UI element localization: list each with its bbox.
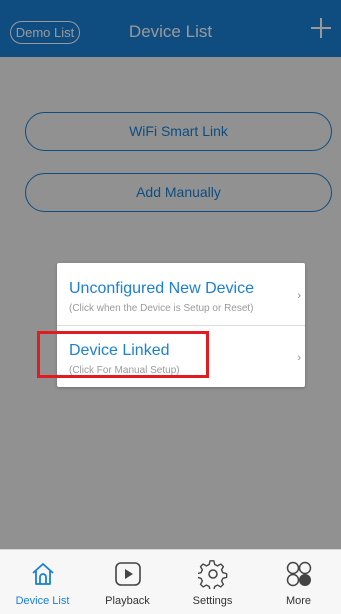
gear-icon [198,560,228,589]
option-subtitle: (Click when the Device is Setup or Reset… [69,303,254,314]
tab-device-list[interactable]: Device List [0,550,85,614]
tab-settings[interactable]: Settings [170,550,255,614]
option-title: Unconfigured New Device [69,280,254,297]
chevron-right-icon: › [297,352,301,364]
tab-label: Playback [105,595,150,607]
chevron-right-icon: › [297,290,301,302]
highlight-annotation-box [37,331,209,378]
tab-label: Settings [192,595,233,607]
tab-label: More [285,595,312,607]
tab-playback[interactable]: Playback [85,550,170,614]
tab-bar: Device List Playback Settings More [0,549,341,614]
app-root: Demo List Device List WiFi Smart Link Ad… [0,0,341,614]
home-icon [32,563,54,585]
play-icon [115,562,141,586]
tab-label: Device List [15,595,70,607]
tab-more[interactable]: More [256,550,341,614]
more-icon [286,561,312,587]
unconfigured-new-device-option[interactable]: Unconfigured New Device (Click when the … [57,263,305,325]
